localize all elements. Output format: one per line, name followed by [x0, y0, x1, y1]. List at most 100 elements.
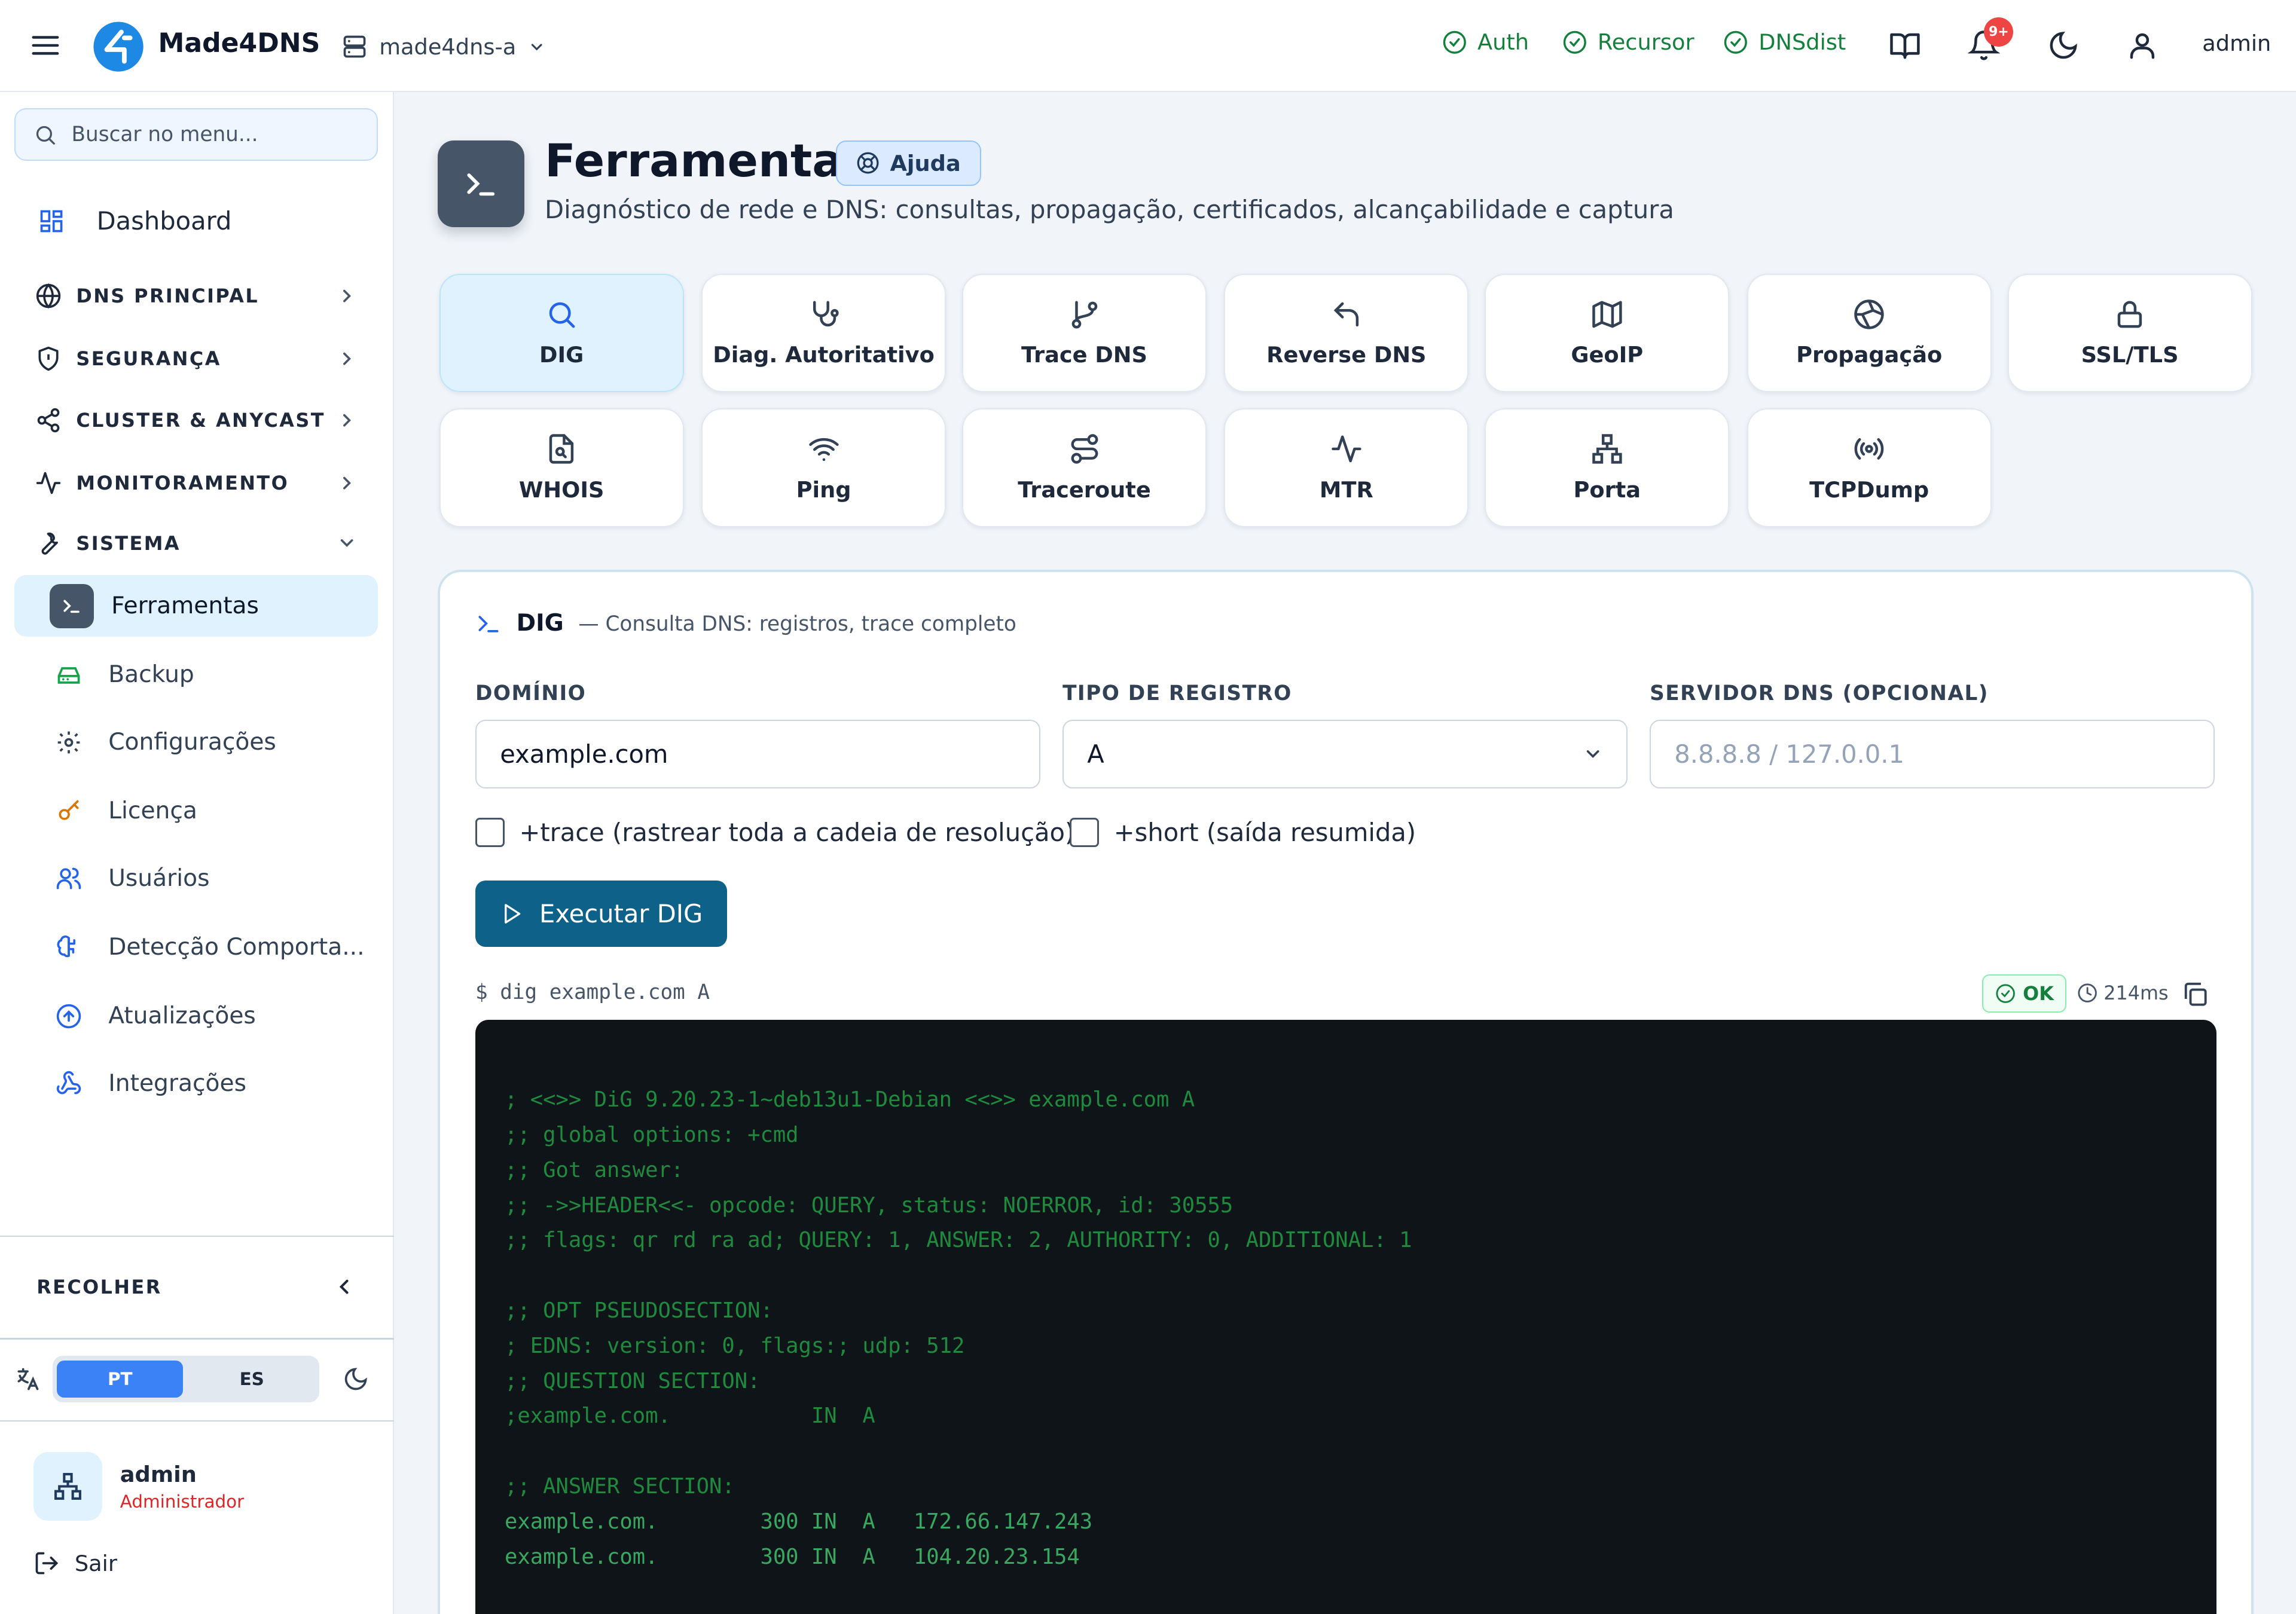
dig-output: ; <<>> DiG 9.20.23-1~deb13u1-Debian <<>>… — [475, 1020, 2216, 1614]
tool-geoip[interactable]: GeoIP — [1485, 273, 1730, 393]
language-es-button[interactable]: ES — [189, 1361, 315, 1397]
elapsed-value: 214ms — [2103, 982, 2169, 1005]
run-dig-button[interactable]: Executar DIG — [475, 881, 728, 947]
domain-field[interactable] — [475, 720, 1041, 789]
language-pt-button[interactable]: PT — [57, 1361, 184, 1398]
status-auth[interactable]: Auth — [1442, 29, 1529, 55]
chevron-down-icon — [531, 44, 542, 51]
moon-icon[interactable] — [2047, 29, 2080, 62]
sidebar-item-configuracoes[interactable]: Configurações — [14, 711, 377, 773]
short-option[interactable]: +short (saída resumida) — [1070, 818, 1416, 847]
tool-tcpdump[interactable]: TCPDump — [1747, 408, 1992, 527]
user-icon[interactable] — [2126, 29, 2158, 62]
sidebar-item-atualizacoes[interactable]: Atualizações — [14, 985, 377, 1047]
logout-button[interactable]: Sair — [33, 1550, 117, 1576]
sidebar-item-label: Atualizações — [108, 1002, 256, 1030]
menu-search-input[interactable] — [71, 123, 350, 147]
sidebar-item-usuarios[interactable]: Usuários — [14, 848, 377, 909]
route-icon — [1071, 434, 1098, 464]
page-subtitle: Diagnóstico de rede e DNS: consultas, pr… — [545, 194, 1674, 224]
sidebar-section-cluster[interactable]: CLUSTER & ANYCAST — [14, 395, 377, 445]
undo-arrow-icon — [1333, 302, 1359, 327]
server-selector-label: made4dns-a — [379, 33, 517, 60]
tool-label: Porta — [1573, 476, 1641, 503]
short-label: +short (saída resumida) — [1113, 818, 1416, 848]
sidebar-section-monitoramento[interactable]: MONITORAMENTO — [14, 458, 377, 508]
file-search-icon — [549, 434, 574, 464]
trace-checkbox[interactable] — [475, 818, 505, 848]
check-circle-icon — [1724, 30, 1748, 54]
lock-icon — [2117, 301, 2142, 328]
sidebar-item-integracoes[interactable]: Integrações — [14, 1053, 377, 1114]
book-icon[interactable] — [1889, 29, 1921, 62]
domain-input[interactable] — [500, 739, 1016, 769]
tool-reverse-dns[interactable]: Reverse DNS — [1224, 273, 1469, 393]
wrench-icon — [41, 532, 58, 555]
tool-ssl-tls[interactable]: SSL/TLS — [2007, 273, 2252, 393]
sidebar-item-licenca[interactable]: Licença — [14, 780, 377, 842]
tool-whois[interactable]: WHOIS — [439, 408, 684, 527]
output-answer-lines: example.com. 300 IN A 172.66.147.243 exa… — [504, 1509, 1093, 1569]
user-card[interactable]: admin Administrador — [33, 1452, 244, 1521]
run-dig-label: Executar DIG — [539, 898, 703, 928]
tool-trace-dns[interactable]: Trace DNS — [961, 273, 1207, 393]
menu-search[interactable] — [14, 108, 378, 161]
trace-option[interactable]: +trace (rastrear toda a cadeia de resolu… — [475, 818, 1074, 847]
tool-label: SSL/TLS — [2081, 342, 2179, 368]
dashboard-grid-icon — [40, 210, 63, 233]
check-circle-icon — [1443, 30, 1467, 54]
status-text: OK — [2023, 982, 2054, 1005]
sidebar: Dashboard DNS PRINCIPAL SEGURANÇA CLUSTE… — [0, 92, 394, 1614]
collapse-sidebar-button[interactable]: RECOLHER — [0, 1237, 394, 1337]
help-label: Ajuda — [890, 150, 961, 176]
tool-porta[interactable]: Porta — [1485, 408, 1730, 527]
output-header-lines: ; <<>> DiG 9.20.23-1~deb13u1-Debian <<>>… — [504, 1087, 1412, 1499]
translate-icon — [17, 1368, 39, 1390]
tool-diag-autoritativo[interactable]: Diag. Autoritativo — [701, 273, 947, 393]
avatar — [33, 1452, 103, 1521]
sidebar-item-label: Dashboard — [96, 206, 232, 236]
copy-icon[interactable] — [2181, 980, 2209, 1008]
help-button[interactable]: Ajuda — [836, 140, 981, 186]
tool-ping[interactable]: Ping — [701, 408, 947, 527]
record-type-select[interactable]: A — [1062, 720, 1628, 789]
dns-server-field[interactable] — [1650, 720, 2215, 789]
tool-traceroute[interactable]: Traceroute — [961, 408, 1207, 527]
top-user-name[interactable]: admin — [2202, 30, 2271, 56]
radio-icon — [1854, 438, 1884, 460]
sidebar-section-dns-principal[interactable]: DNS PRINCIPAL — [14, 271, 377, 320]
chevron-down-icon — [341, 539, 353, 548]
sidebar-item-backup[interactable]: Backup — [14, 644, 377, 706]
status-badge: OK — [1982, 974, 2067, 1013]
brand-name: Made4DNS — [158, 27, 320, 59]
arrow-up-circle-icon — [56, 1004, 81, 1028]
tool-label: GeoIP — [1571, 342, 1644, 368]
status-recursor[interactable]: Recursor — [1562, 29, 1694, 55]
made4dns-logo-icon[interactable] — [92, 20, 145, 73]
status-dnsdist[interactable]: DNSdist — [1723, 29, 1846, 55]
sidebar-item-ferramentas[interactable]: Ferramentas — [14, 575, 378, 637]
terminal-icon — [478, 615, 499, 632]
dns-server-input[interactable] — [1674, 739, 2191, 769]
network-icon — [1592, 434, 1622, 464]
sidebar-item-dashboard[interactable]: Dashboard — [14, 192, 377, 250]
sidebar-item-label: Backup — [108, 661, 194, 689]
tool-propagacao[interactable]: Propagação — [1747, 273, 1992, 393]
tool-label: Diag. Autoritativo — [713, 342, 935, 368]
record-type-value: A — [1087, 739, 1104, 769]
sidebar-section-sistema[interactable]: SISTEMA — [14, 518, 377, 568]
tool-dig[interactable]: DIG — [439, 273, 684, 393]
short-checkbox[interactable] — [1070, 818, 1100, 848]
sidebar-item-deteccao[interactable]: Detecção Comporta... — [14, 916, 377, 978]
webhook-icon — [56, 1071, 81, 1095]
moon-icon[interactable] — [343, 1366, 369, 1392]
check-circle-icon — [1563, 30, 1586, 54]
tool-mtr[interactable]: MTR — [1224, 408, 1469, 527]
page-title: Ferramentas — [545, 134, 870, 188]
key-icon — [59, 800, 79, 820]
server-selector[interactable]: made4dns-a — [341, 26, 546, 68]
sidebar-section-seguranca[interactable]: SEGURANÇA — [14, 334, 377, 383]
logout-label: Sair — [74, 1551, 117, 1577]
menu-icon[interactable] — [29, 29, 62, 62]
top-bar: Made4DNS made4dns-a Auth Recursor DNSdis… — [0, 0, 2296, 93]
